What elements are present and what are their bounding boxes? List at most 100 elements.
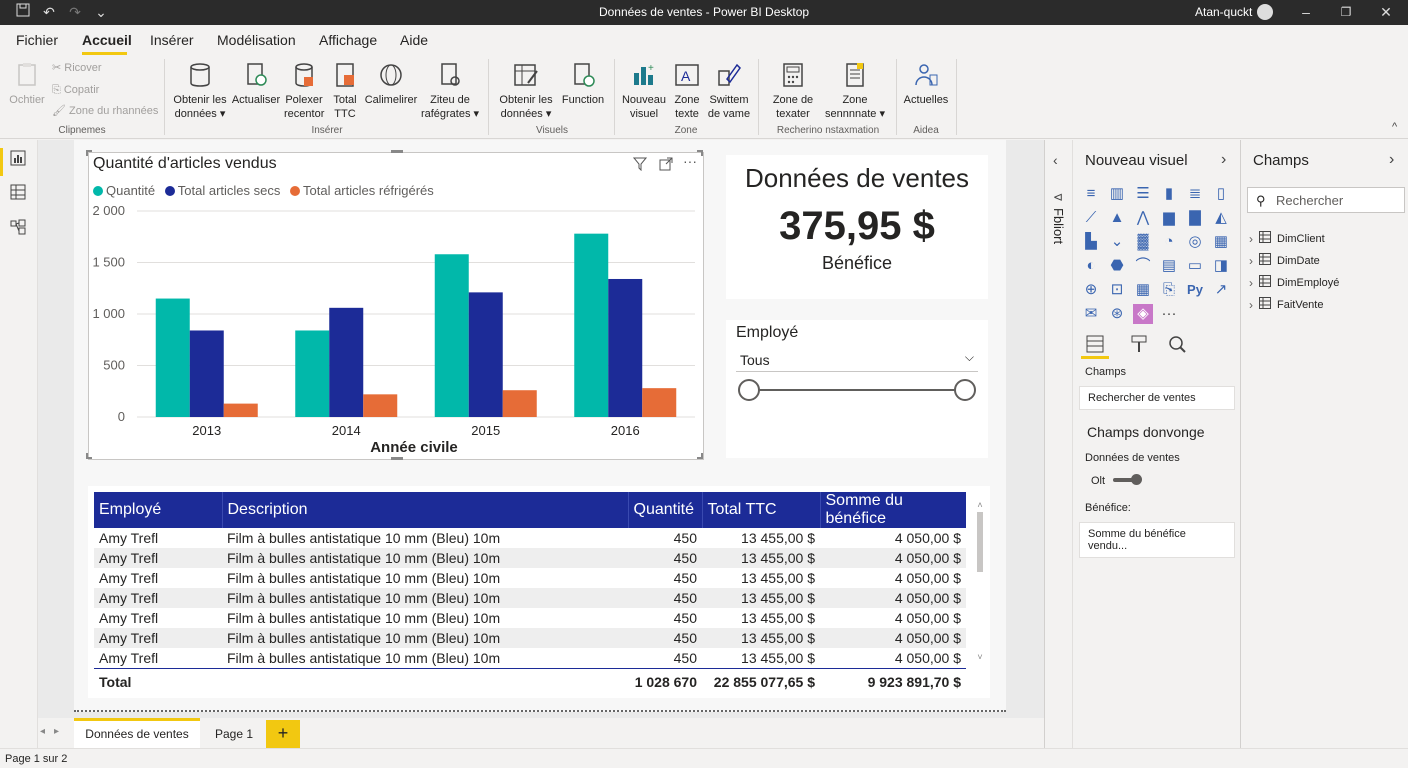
sennnnate-button[interactable]: Zone sennnnate ▾ — [822, 61, 888, 121]
menu-accueil[interactable]: Accueil — [82, 32, 132, 48]
visual-type-icon[interactable]: ↗ — [1211, 280, 1231, 300]
format-painter-button[interactable]: 🖌 Zone du rhannées — [52, 100, 158, 122]
bar-2016-series-0[interactable] — [574, 233, 609, 417]
bar-2015-series-2[interactable] — [502, 390, 537, 417]
close-icon[interactable]: ✕ — [1377, 3, 1395, 21]
visual-type-icon[interactable]: ⊕ — [1081, 280, 1101, 300]
chevron-right-icon[interactable]: › — [1249, 231, 1253, 247]
add-page-button[interactable]: + — [266, 720, 300, 748]
resize-handle[interactable] — [391, 150, 403, 153]
avatar[interactable] — [1257, 4, 1273, 20]
ziteu-button[interactable]: Ziteu de rafégrates ▾ — [420, 61, 480, 121]
resize-handle[interactable] — [391, 457, 403, 460]
visual-type-icon[interactable]: ◭ — [1211, 208, 1231, 228]
resize-handle[interactable] — [86, 453, 92, 459]
visual-type-icon[interactable]: ✉ — [1081, 304, 1101, 324]
visual-get-data-button[interactable]: Obtenir les données ▾ — [496, 61, 556, 121]
column-header-employe[interactable]: Employé — [94, 492, 223, 528]
analytics-tab-icon[interactable] — [1167, 334, 1187, 359]
refresh-button[interactable]: Actualiser — [230, 61, 282, 107]
field-table-item[interactable]: › DimEmployé — [1249, 272, 1339, 294]
slider-max-handle[interactable] — [954, 379, 976, 401]
table-scrollbar[interactable]: ˄ ˅ — [976, 500, 984, 670]
report-view-icon[interactable] — [10, 150, 26, 171]
bar-2013-series-0[interactable] — [155, 298, 190, 417]
collapse-ribbon-icon[interactable]: ^ — [1392, 121, 1397, 133]
visual-type-icon[interactable]: ▙ — [1081, 232, 1101, 252]
visual-type-icon[interactable]: ▲ — [1107, 208, 1127, 228]
get-data-button[interactable]: Obtenir les données ▾ — [172, 61, 228, 121]
column-header-somme-benefice[interactable]: Somme du bénéfice — [820, 492, 966, 528]
visual-type-icon[interactable]: ◔ — [1159, 232, 1179, 252]
visual-type-icon[interactable]: ▦ — [1211, 232, 1231, 252]
chevron-right-icon[interactable]: › — [1249, 275, 1253, 291]
fields-search-box[interactable]: ⚲ Rechercher — [1247, 187, 1405, 213]
visual-type-icon[interactable]: ☰ — [1133, 184, 1153, 204]
restore-icon[interactable]: ❐ — [1337, 3, 1355, 21]
tabs-scroll-right-icon[interactable]: ▸ — [54, 726, 59, 737]
bar-2016-series-2[interactable] — [642, 388, 677, 417]
visual-type-icon[interactable]: ◐ — [1081, 256, 1101, 276]
scroll-down-icon[interactable]: ˅ — [976, 652, 984, 662]
slicer-dropdown[interactable]: Tous ⌵ — [736, 348, 978, 372]
visual-type-icon[interactable]: ◨ — [1211, 256, 1231, 276]
visual-type-icon[interactable]: ◎ — [1185, 232, 1205, 252]
menu-aide[interactable]: Aide — [400, 32, 428, 48]
visual-type-icon[interactable]: ⌒ — [1133, 256, 1153, 276]
chevron-right-icon[interactable]: › — [1249, 297, 1253, 313]
scrollbar-thumb[interactable] — [977, 512, 983, 572]
model-view-icon[interactable] — [10, 219, 26, 240]
resize-handle[interactable] — [697, 150, 703, 156]
column-header-total-ttc[interactable]: Total TTC — [702, 492, 821, 528]
chevron-left-icon[interactable]: ‹ — [1053, 152, 1058, 168]
actuals-button[interactable]: Actuelles — [902, 61, 950, 107]
undo-icon[interactable]: ↶ — [40, 3, 58, 21]
resize-handle[interactable] — [86, 150, 92, 156]
menu-inserer[interactable]: Insérer — [150, 32, 194, 48]
visual-type-icon[interactable]: ⬣ — [1107, 256, 1127, 276]
menu-affichage[interactable]: Affichage — [319, 32, 377, 48]
total-button[interactable]: Total TTC — [328, 61, 362, 121]
benefit-well[interactable]: Somme du bénéfice vendu... — [1079, 522, 1235, 558]
kpi-card[interactable]: Données de ventes 375,95 $ Bénéfice — [726, 155, 988, 299]
copy-button[interactable]: ⎘ Copatir — [52, 79, 99, 101]
data-view-icon[interactable] — [10, 184, 26, 205]
visual-type-icon[interactable]: ▮ — [1159, 184, 1179, 204]
bar-2015-series-1[interactable] — [468, 292, 503, 417]
fields-well[interactable]: Rechercher de ventes — [1079, 386, 1235, 410]
visual-type-icon[interactable]: ⟋ — [1081, 208, 1101, 228]
visual-type-icon[interactable]: ▆ — [1159, 208, 1179, 228]
visual-type-icon[interactable]: ⋀ — [1133, 208, 1153, 228]
bar-2016-series-1[interactable] — [608, 278, 643, 417]
visual-type-icon[interactable]: ▯ — [1211, 184, 1231, 204]
table-row[interactable]: Amy Trefl Film à bulles antistatique 10 m… — [94, 528, 966, 548]
new-visual-button[interactable]: + Nouveau visuel — [620, 61, 668, 121]
visual-type-icon[interactable]: ≡ — [1081, 184, 1101, 204]
bar-2013-series-2[interactable] — [223, 403, 258, 417]
format-tab-icon[interactable] — [1129, 334, 1149, 359]
table-row[interactable]: Amy Trefl Film à bulles antistatique 10 m… — [94, 648, 966, 668]
calimelirer-button[interactable]: Calimelirer — [364, 61, 418, 107]
paste-button[interactable]: Ochtier — [6, 61, 48, 107]
toggle-knob[interactable] — [1131, 474, 1142, 485]
table-row[interactable]: Amy Trefl Film à bulles antistatique 10 m… — [94, 628, 966, 648]
function-button[interactable]: Function — [560, 61, 606, 107]
table-row[interactable]: Amy Trefl Film à bulles antistatique 10 m… — [94, 588, 966, 608]
tab-donnees-de-ventes[interactable]: Données de ventes — [74, 718, 200, 748]
visual-type-icon[interactable]: ▭ — [1185, 256, 1205, 276]
visual-type-icon[interactable]: ▥ — [1107, 184, 1127, 204]
visual-type-icon[interactable]: ▦ — [1133, 280, 1153, 300]
redo-icon[interactable]: ↷ — [66, 3, 84, 21]
quick-access-menu-icon[interactable]: ⌄ — [92, 3, 110, 21]
minimize-icon[interactable]: – — [1297, 3, 1315, 21]
bar-2014-series-2[interactable] — [363, 394, 398, 417]
tab-page-1[interactable]: Page 1 — [202, 718, 266, 748]
more-visuals-icon[interactable]: ··· — [1159, 304, 1179, 324]
bar-2013-series-1[interactable] — [189, 330, 224, 417]
scroll-up-icon[interactable]: ˄ — [976, 500, 984, 510]
menu-fichier[interactable]: Fichier — [16, 32, 58, 48]
save-icon[interactable] — [14, 3, 32, 21]
column-header-description[interactable]: Description — [222, 492, 629, 528]
chevron-right-icon[interactable]: › — [1249, 253, 1253, 269]
menu-modelisation[interactable]: Modélisation — [217, 32, 296, 48]
